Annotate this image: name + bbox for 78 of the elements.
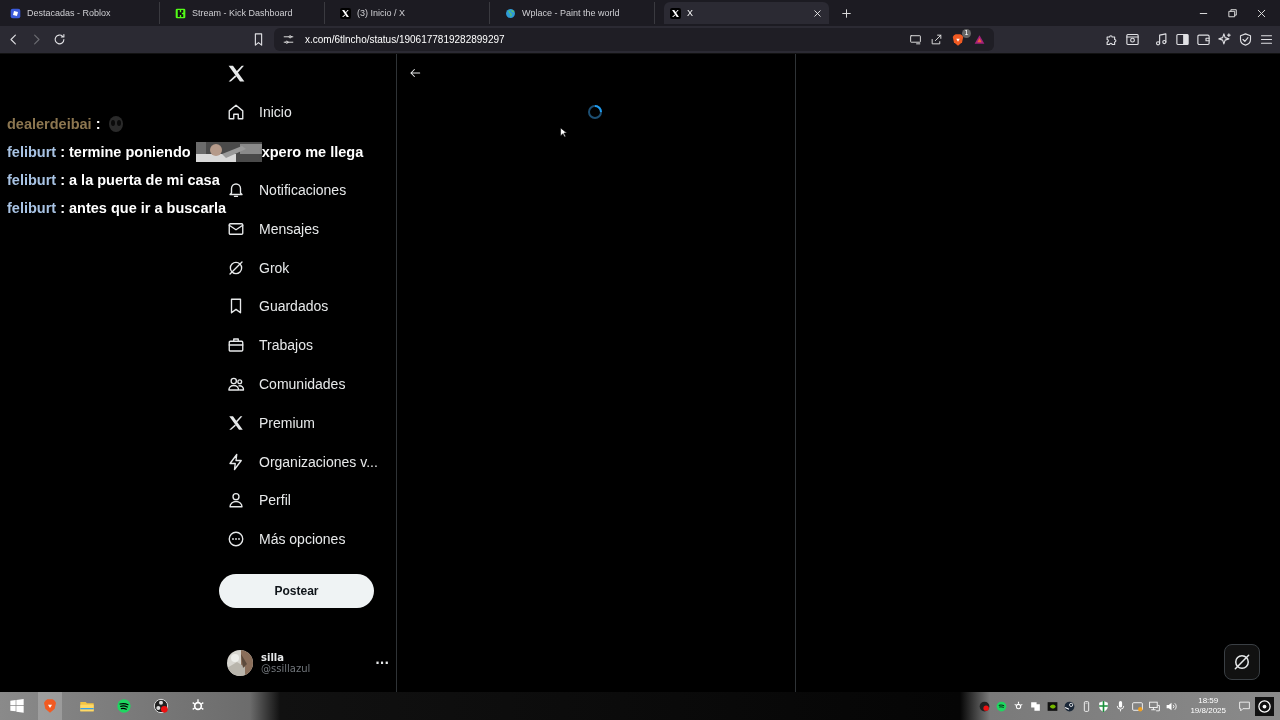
chat-message: : xyxy=(94,116,101,132)
slashed-circle-icon xyxy=(1232,652,1252,672)
music-note-icon[interactable] xyxy=(1154,32,1169,47)
ring-icon[interactable] xyxy=(1255,696,1274,716)
more-button[interactable]: ··· xyxy=(375,655,389,670)
puzzle-icon[interactable] xyxy=(1104,32,1119,47)
clock-date: 19/8/2025 xyxy=(1190,706,1226,716)
notification-icon[interactable] xyxy=(1238,699,1251,713)
sparkle-icon[interactable] xyxy=(1217,32,1232,47)
lion-icon xyxy=(42,698,58,714)
site-settings-icon[interactable] xyxy=(282,33,295,46)
close-tab-icon[interactable] xyxy=(812,7,823,19)
briefcase-icon xyxy=(227,336,245,355)
kick-favicon-icon xyxy=(175,7,186,19)
nav-item[interactable]: Perfil xyxy=(219,480,291,520)
browser-tab[interactable]: X xyxy=(664,2,829,24)
music-app-icon xyxy=(116,698,132,714)
camera-icon[interactable] xyxy=(1131,699,1145,713)
x-favicon-icon xyxy=(340,7,351,19)
bell-icon xyxy=(227,181,245,199)
browser-tab[interactable]: Destacadas - Roblox xyxy=(4,2,160,24)
close-icon[interactable] xyxy=(1255,7,1268,20)
person-icon xyxy=(227,491,245,510)
reload-icon[interactable] xyxy=(52,32,67,47)
roblox-favicon-icon xyxy=(10,7,21,19)
account-name: silla xyxy=(261,651,285,663)
lion-shield-icon xyxy=(951,32,965,47)
loading-spinner-icon xyxy=(587,104,603,120)
chat-username: dealerdeibai xyxy=(7,116,92,132)
nav-item[interactable]: Comunidades xyxy=(219,364,346,404)
wallet-icon[interactable] xyxy=(1196,32,1211,47)
browser-tab[interactable]: Wplace - Paint the world xyxy=(499,2,655,24)
globe-favicon-icon xyxy=(505,7,516,19)
music-app-icon[interactable] xyxy=(995,699,1009,713)
windows-start-icon xyxy=(9,698,25,714)
nav-item[interactable]: Grok xyxy=(219,248,290,287)
nav-item[interactable]: Más opciones xyxy=(219,519,346,559)
clock-time: 18:59 xyxy=(1198,696,1219,706)
grok-button[interactable] xyxy=(1224,644,1260,680)
share-icon[interactable] xyxy=(930,33,943,46)
chat-message: : termine poniendo xyxy=(59,144,191,160)
nav-item[interactable]: Premium xyxy=(219,403,315,443)
lightning-icon xyxy=(227,452,245,471)
restore-icon[interactable] xyxy=(1226,7,1239,20)
nav-item[interactable]: Trabajos xyxy=(219,325,313,365)
triangle-icon xyxy=(973,33,986,46)
steam-icon[interactable] xyxy=(1063,699,1077,713)
x-logo-icon[interactable] xyxy=(226,63,247,84)
account-switcher[interactable]: silla @ssillazul ··· xyxy=(219,649,389,676)
chat-message: xpero me llega xyxy=(261,144,364,160)
browser-tab[interactable]: (3) Inicio / X xyxy=(334,2,490,24)
chat-username: feliburt xyxy=(7,172,57,188)
chat-username: feliburt xyxy=(7,144,57,160)
nav-item[interactable]: Guardados xyxy=(219,287,329,326)
recorder-icon xyxy=(153,698,169,714)
url-text: x.com/6tlncho/status/1906177819282899297 xyxy=(305,34,506,45)
x-favicon-icon xyxy=(670,7,681,19)
gpu-icon[interactable] xyxy=(1046,699,1060,713)
sidebar-icon[interactable] xyxy=(1175,32,1190,47)
network-icon[interactable] xyxy=(1148,699,1162,713)
cursor-icon xyxy=(560,127,568,138)
menu-icon[interactable] xyxy=(1259,32,1274,47)
nav-item[interactable]: Organizaciones v... xyxy=(219,442,378,481)
chat-message: : antes que ir a buscarla xyxy=(59,200,227,216)
more-icon xyxy=(227,530,245,549)
home-icon xyxy=(227,103,245,122)
back-arrow-icon[interactable] xyxy=(408,66,422,80)
recorder-icon[interactable] xyxy=(978,699,992,713)
account-handle: @ssillazul xyxy=(261,662,312,674)
chat-username: feliburt xyxy=(7,200,57,216)
reader-icon[interactable] xyxy=(1125,32,1140,47)
x-logo-icon xyxy=(227,413,245,432)
browser-tab[interactable]: Stream - Kick Dashboard xyxy=(169,2,325,24)
chat-message: : a la puerta de mi casa xyxy=(59,172,220,188)
post-button[interactable]: Postear xyxy=(219,573,374,608)
new-tab-icon[interactable] xyxy=(840,6,853,20)
cast-icon[interactable] xyxy=(909,33,922,46)
nav-item[interactable]: Inicio xyxy=(219,93,292,132)
